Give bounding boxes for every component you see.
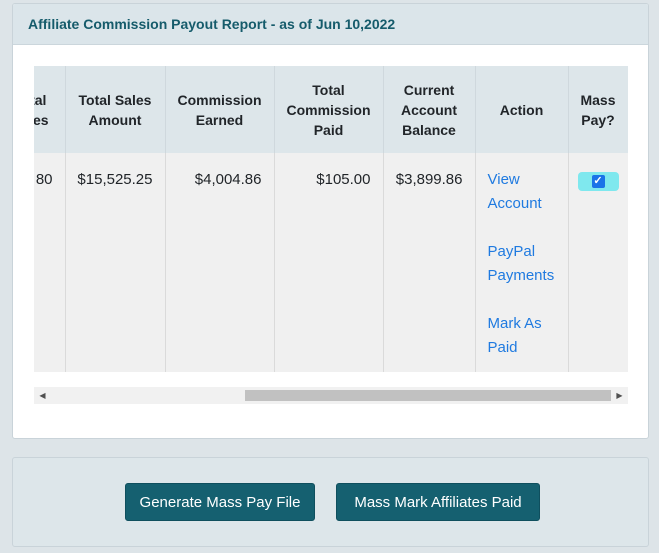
mark-as-paid-link[interactable]: Mark As Paid <box>488 312 567 360</box>
cell-actions: View Account PayPal Payments Mark As Pai… <box>475 153 569 372</box>
scroll-left-arrow-icon[interactable]: ◀ <box>34 387 51 404</box>
col-header-current-account-balance: Current Account Balance <box>383 66 476 153</box>
mass-pay-checkbox[interactable]: ✓ <box>591 175 605 188</box>
footer-panel: Generate Mass Pay File Mass Mark Affilia… <box>12 457 649 547</box>
view-account-link[interactable]: View Account <box>488 168 567 216</box>
report-title: Affiliate Commission Payout Report - as … <box>13 4 648 45</box>
table-header-row: Total Sales Total Sales Amount Commissio… <box>34 66 628 153</box>
generate-mass-pay-file-button[interactable]: Generate Mass Pay File <box>125 483 315 521</box>
col-header-total-commission-paid: Total Commission Paid <box>274 66 384 153</box>
col-header-total-sales: Total Sales <box>34 66 66 153</box>
table-viewport: Total Sales Total Sales Amount Commissio… <box>34 66 628 372</box>
cell-commission-earned: $4,004.86 <box>165 153 275 372</box>
col-header-mass-pay: Mass Pay? <box>568 66 628 153</box>
cell-total-commission-paid: $105.00 <box>274 153 384 372</box>
col-header-action: Action <box>475 66 569 153</box>
scrollbar-thumb[interactable] <box>245 390 611 401</box>
horizontal-scrollbar[interactable]: ◀ ▶ <box>34 387 628 404</box>
scroll-right-arrow-icon[interactable]: ▶ <box>611 387 628 404</box>
cell-total-sales-amount: $15,525.25 <box>65 153 166 372</box>
report-panel: Affiliate Commission Payout Report - as … <box>12 3 649 439</box>
mass-mark-affiliates-paid-button[interactable]: Mass Mark Affiliates Paid <box>336 483 540 521</box>
cell-current-account-balance: $3,899.86 <box>383 153 476 372</box>
paypal-payments-link[interactable]: PayPal Payments <box>488 240 567 288</box>
mass-pay-checkbox-highlight: ✓ <box>577 172 619 191</box>
col-header-total-sales-amount: Total Sales Amount <box>65 66 166 153</box>
cell-mass-pay: ✓ <box>568 153 628 372</box>
cell-total-sales: 80 <box>34 153 66 372</box>
col-header-commission-earned: Commission Earned <box>165 66 275 153</box>
table-row: 80 $15,525.25 $4,004.86 $105.00 $3,899.8… <box>34 153 628 372</box>
payout-table: Total Sales Total Sales Amount Commissio… <box>34 66 628 372</box>
